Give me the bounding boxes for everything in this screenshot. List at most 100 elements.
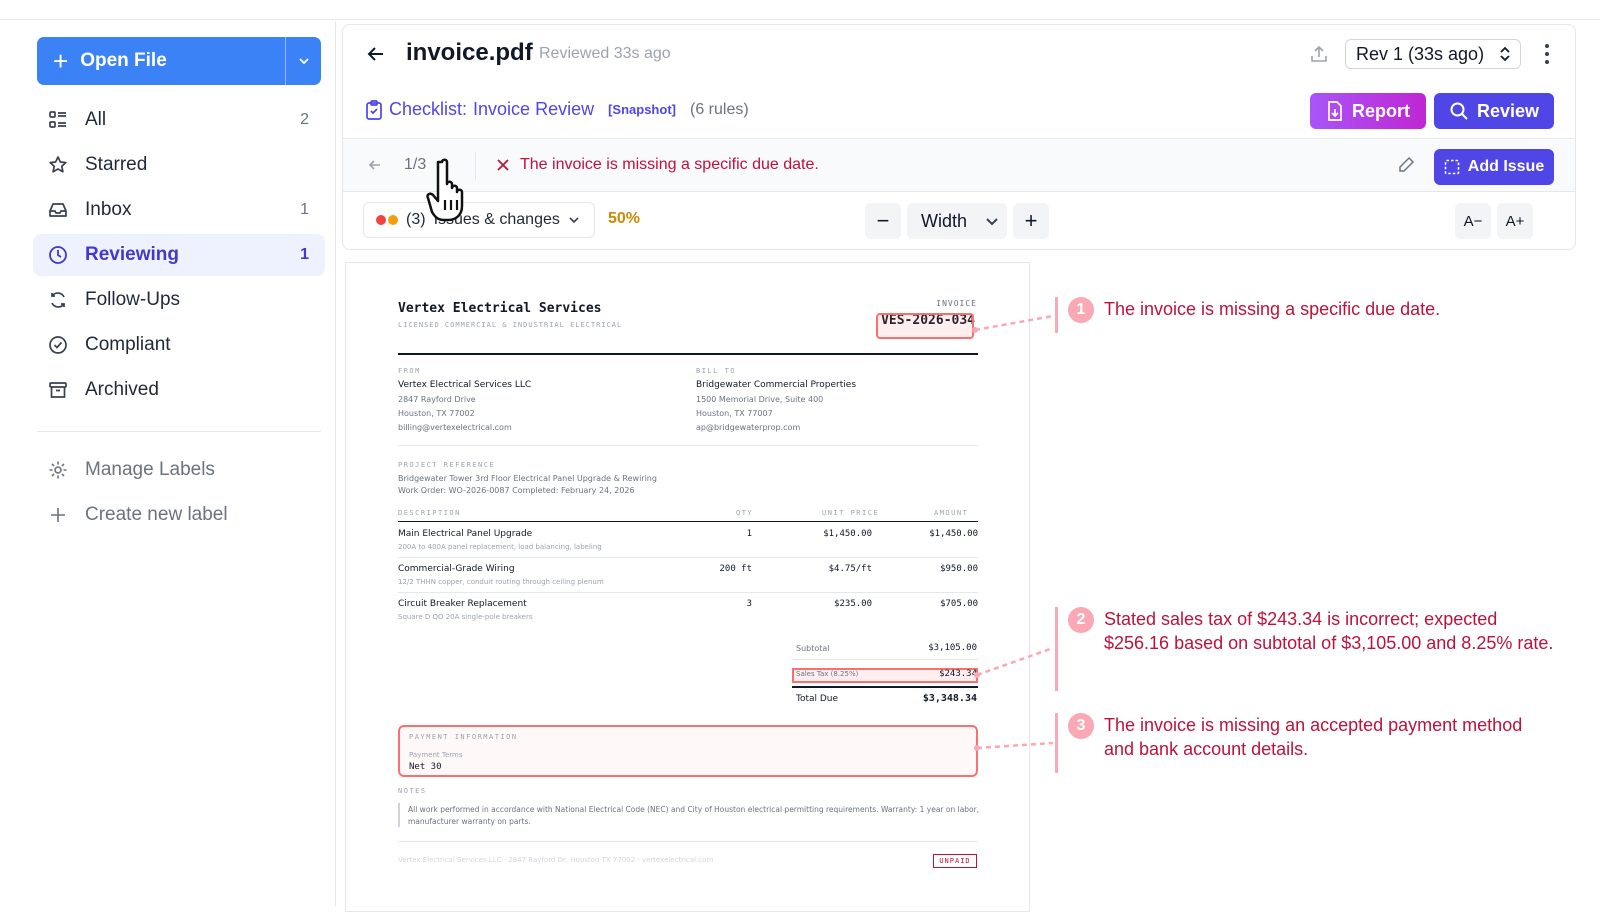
sidebar-item-count: 2 <box>300 111 309 128</box>
from-label: FROM <box>398 367 421 375</box>
more-vertical-icon[interactable] <box>1541 41 1553 67</box>
issue-navigator: 1/3 The invoice is missing a specific du… <box>343 140 1575 192</box>
sidebar-item-compliant[interactable]: Compliant <box>33 324 325 366</box>
report-button[interactable]: Report <box>1310 93 1426 129</box>
tax-label: Sales Tax (8.25%) <box>796 670 859 678</box>
sidebar-item-starred[interactable]: Starred <box>33 144 325 186</box>
clock-icon <box>47 244 69 266</box>
total-value: $3,348.34 <box>922 693 977 704</box>
line-qty: 3 <box>746 599 752 609</box>
sidebar-item-label: Compliant <box>85 334 171 355</box>
open-file-dropdown[interactable] <box>285 37 321 85</box>
review-button[interactable]: Review <box>1434 93 1554 129</box>
bill-to-address-2: Houston, TX 77007 <box>696 409 773 418</box>
archive-icon <box>47 379 69 401</box>
star-icon <box>47 154 69 176</box>
manage-labels-label: Manage Labels <box>85 459 215 480</box>
sidebar-item-follow-ups[interactable]: Follow-Ups <box>33 279 325 321</box>
from-address-1: 2847 Rayford Drive <box>398 395 476 404</box>
zoom-mode-select[interactable]: Width <box>907 203 1007 239</box>
checklist-bar: Checklist: Invoice Review [Snapshot] (6 … <box>343 83 1575 139</box>
x-icon <box>497 159 509 171</box>
tax-value: $243.34 <box>939 669 977 679</box>
project-line-2: Work Order: WO-2026-0087 Completed: Febr… <box>398 486 635 495</box>
chevron-up-down-icon <box>1500 46 1510 62</box>
previous-issue-arrow-icon[interactable] <box>367 157 383 173</box>
notes-label: NOTES <box>398 787 427 795</box>
line-qty: 1 <box>746 529 752 539</box>
chevron-down-icon <box>569 217 579 224</box>
checklist-link[interactable]: Checklist: Invoice Review [Snapshot] (6 … <box>365 99 749 120</box>
bill-to-address-1: 1500 Memorial Drive, Suite 400 <box>696 395 824 404</box>
col-amount: AMOUNT <box>934 509 969 517</box>
gear-icon <box>47 459 69 481</box>
add-issue-label: Add Issue <box>1467 158 1545 175</box>
payment-label: PAYMENT INFORMATION <box>409 733 518 741</box>
report-label: Report <box>1352 100 1410 121</box>
progress-percent: 50% <box>608 210 641 227</box>
document-header: invoice.pdf Reviewed 33s ago Rev 1 (33s … <box>343 25 1575 83</box>
col-description: DESCRIPTION <box>398 509 461 517</box>
check-circle-icon <box>47 334 69 356</box>
company-tagline: LICENSED COMMERCIAL & INDUSTRIAL ELECTRI… <box>398 321 623 329</box>
line-description: Main Electrical Panel Upgrade <box>398 529 533 539</box>
open-file-main[interactable]: + Open File <box>37 37 285 85</box>
annotation-number: 1 <box>1068 297 1094 323</box>
chevron-down-icon <box>298 58 309 65</box>
revision-value: Rev 1 (33s ago) <box>1356 43 1485 64</box>
back-arrow-icon[interactable] <box>365 43 387 65</box>
manage-labels-button[interactable]: Manage Labels <box>33 449 325 491</box>
sidebar-item-all[interactable]: All 2 <box>33 99 325 141</box>
from-email: billing@vertexelectrical.com <box>398 423 512 432</box>
add-issue-button[interactable]: Add Issue <box>1434 149 1554 185</box>
bill-to-email: ap@bridgewaterprop.com <box>696 423 801 432</box>
issue-highlight-1[interactable] <box>876 313 974 339</box>
folder-nav: All 2 Starred Inbox 1 Reviewing 1 Follow… <box>33 99 325 414</box>
window-top-bar <box>0 0 1600 20</box>
terms-value: Net 30 <box>409 762 442 772</box>
checklist-name: Invoice Review <box>473 99 595 119</box>
sidebar-item-archived[interactable]: Archived <box>33 369 325 411</box>
zoom-in-button[interactable]: + <box>1013 203 1049 239</box>
font-increase-button[interactable]: A+ <box>1497 203 1533 239</box>
status-badge: UNPAID <box>933 854 977 868</box>
total-rule <box>792 686 978 688</box>
rules-count: (6 rules) <box>689 100 749 118</box>
sidebar-item-reviewing[interactable]: Reviewing 1 <box>33 234 325 276</box>
document-panel: invoice.pdf Reviewed 33s ago Rev 1 (33s … <box>342 24 1576 250</box>
issues-count: (3) <box>406 211 426 228</box>
table-header-rule <box>398 521 978 522</box>
revision-select[interactable]: Rev 1 (33s ago) <box>1345 39 1521 69</box>
sidebar-divider <box>37 431 321 432</box>
project-label: PROJECT REFERENCE <box>398 461 496 469</box>
share-icon[interactable] <box>1309 44 1329 64</box>
pencil-icon[interactable] <box>1397 156 1415 174</box>
annotation-2[interactable]: 2 Stated sales tax of $243.34 is incorre… <box>1055 607 1555 691</box>
sidebar-item-inbox[interactable]: Inbox 1 <box>33 189 325 231</box>
table-row: Main Electrical Panel Upgrade 200A to 40… <box>398 523 978 558</box>
annotation-bar <box>1055 297 1058 333</box>
annotation-3[interactable]: 3 The invoice is missing an accepted pay… <box>1055 713 1555 773</box>
zoom-out-button[interactable]: − <box>865 203 901 239</box>
subtotal-value: $3,105.00 <box>928 643 977 653</box>
line-description: Circuit Breaker Replacement <box>398 599 527 609</box>
plus-icon: + <box>53 46 69 76</box>
line-sub: Square D QO 20A single-pole breakers <box>398 613 533 621</box>
company-name: Vertex Electrical Services <box>398 301 602 316</box>
payment-information-box[interactable]: PAYMENT INFORMATION Payment Terms Net 30 <box>398 725 978 777</box>
from-name: Vertex Electrical Services LLC <box>398 380 532 390</box>
font-decrease-button[interactable]: A− <box>1455 203 1491 239</box>
invoice-label: INVOICE <box>936 299 977 308</box>
col-unit-price: UNIT PRICE <box>822 509 880 517</box>
annotation-1[interactable]: 1 The invoice is missing a specific due … <box>1055 297 1555 333</box>
notes-line-2: manufacturer warranty on parts. <box>408 817 531 826</box>
create-label-button[interactable]: Create new label <box>33 494 325 536</box>
line-amount: $950.00 <box>940 564 978 574</box>
sidebar-item-label: Follow-Ups <box>85 289 181 310</box>
dashed-square-icon <box>1444 159 1460 175</box>
red-dot-icon <box>376 215 386 225</box>
sidebar-item-count: 1 <box>300 246 309 263</box>
labels-section: Manage Labels Create new label <box>33 449 325 539</box>
checklist-prefix: Checklist: <box>389 99 468 119</box>
open-file-button[interactable]: + Open File <box>37 37 321 85</box>
